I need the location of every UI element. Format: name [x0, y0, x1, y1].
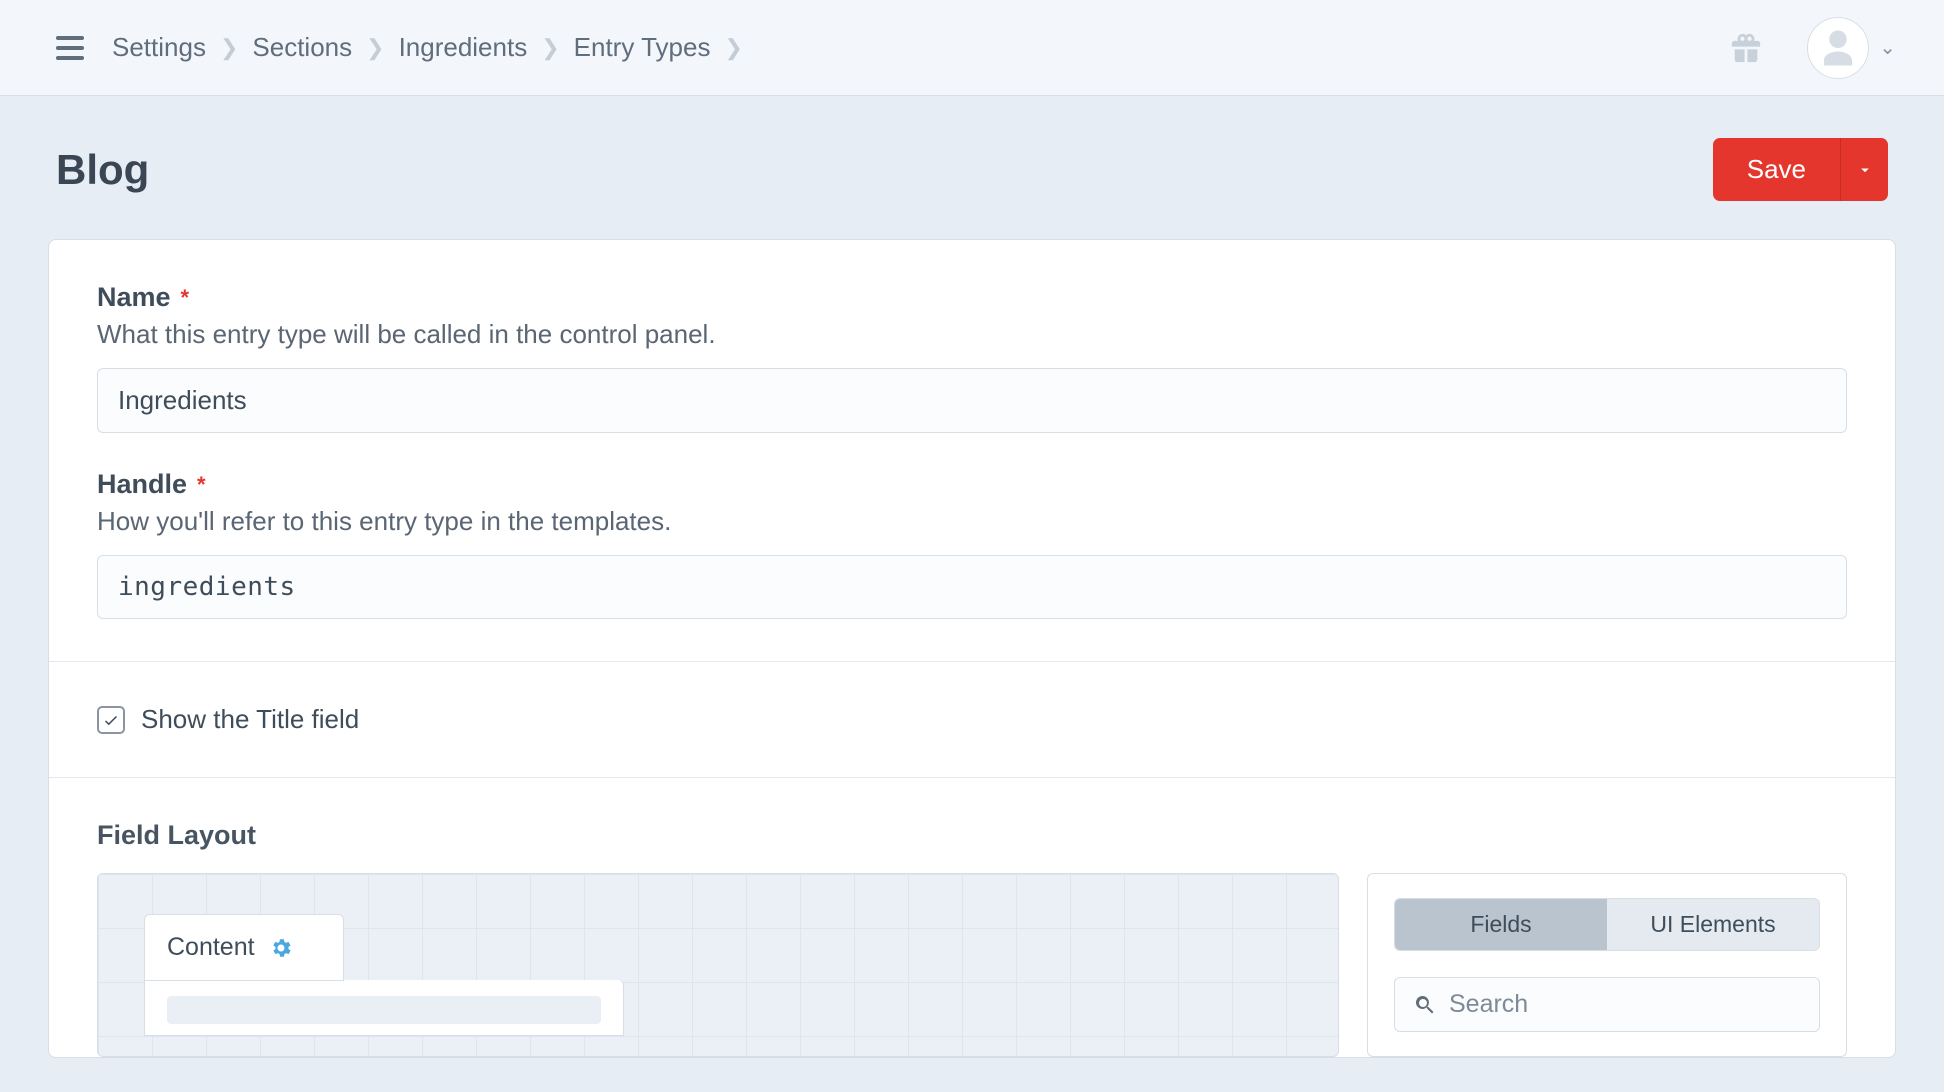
show-title-checkbox-row[interactable]: Show the Title field: [97, 704, 1847, 735]
required-indicator: *: [181, 285, 190, 311]
topbar: Settings ❯ Sections ❯ Ingredients ❯ Entr…: [0, 0, 1944, 96]
check-icon: [102, 711, 120, 729]
gear-icon[interactable]: [269, 936, 293, 960]
breadcrumb-item[interactable]: Sections: [252, 32, 352, 63]
layout-tab-label: Content: [167, 933, 255, 962]
chevron-right-icon: ❯: [724, 37, 742, 59]
edit-entry-type-card: Name * What this entry type will be call…: [48, 239, 1896, 1058]
user-menu[interactable]: ⌄: [1807, 17, 1896, 79]
show-title-label: Show the Title field: [141, 704, 359, 735]
handle-input[interactable]: [97, 555, 1847, 619]
page-title: Blog: [56, 146, 149, 194]
chevron-right-icon: ❯: [366, 37, 384, 59]
save-button-group: Save: [1713, 138, 1888, 201]
field-layout-section: Field Layout Content Fields UI Eleme: [49, 778, 1895, 1057]
title-toggle-section: Show the Title field: [49, 662, 1895, 778]
name-label: Name *: [97, 282, 1847, 313]
breadcrumb-item[interactable]: Ingredients: [399, 32, 528, 63]
handle-field: Handle * How you'll refer to this entry …: [97, 469, 1847, 619]
avatar: [1807, 17, 1869, 79]
layout-tab-body[interactable]: [144, 980, 624, 1036]
name-instructions: What this entry type will be called in t…: [97, 319, 1847, 350]
field-layout-heading: Field Layout: [97, 820, 1847, 851]
handle-instructions: How you'll refer to this entry type in t…: [97, 506, 1847, 537]
library-search-input[interactable]: [1449, 990, 1801, 1019]
chevron-right-icon: ❯: [220, 37, 238, 59]
identity-section: Name * What this entry type will be call…: [49, 240, 1895, 662]
library-search[interactable]: [1394, 977, 1820, 1032]
library-segmented-control: Fields UI Elements: [1394, 898, 1820, 951]
search-icon: [1413, 993, 1437, 1017]
field-layout-canvas[interactable]: Content: [97, 873, 1339, 1057]
breadcrumb-item[interactable]: Settings: [112, 32, 206, 63]
save-menu-button[interactable]: [1840, 138, 1888, 201]
handle-label: Handle *: [97, 469, 1847, 500]
field-slot[interactable]: [167, 996, 601, 1024]
breadcrumb: Settings ❯ Sections ❯ Ingredients ❯ Entr…: [112, 32, 743, 63]
show-title-checkbox[interactable]: [97, 706, 125, 734]
name-input[interactable]: [97, 368, 1847, 433]
required-indicator: *: [197, 472, 206, 498]
name-field: Name * What this entry type will be call…: [97, 282, 1847, 433]
segment-fields[interactable]: Fields: [1395, 899, 1607, 950]
page-header: Blog Save: [0, 96, 1944, 239]
field-layout-designer: Content Fields UI Elements: [97, 873, 1847, 1057]
menu-toggle[interactable]: [56, 33, 86, 63]
segment-ui-elements[interactable]: UI Elements: [1607, 899, 1819, 950]
breadcrumb-item[interactable]: Entry Types: [574, 32, 711, 63]
gift-icon[interactable]: [1729, 31, 1763, 65]
save-button[interactable]: Save: [1713, 138, 1840, 201]
field-library-sidebar: Fields UI Elements: [1367, 873, 1847, 1057]
layout-tab[interactable]: Content: [144, 914, 344, 981]
chevron-down-icon: ⌄: [1879, 35, 1896, 60]
chevron-right-icon: ❯: [541, 37, 559, 59]
